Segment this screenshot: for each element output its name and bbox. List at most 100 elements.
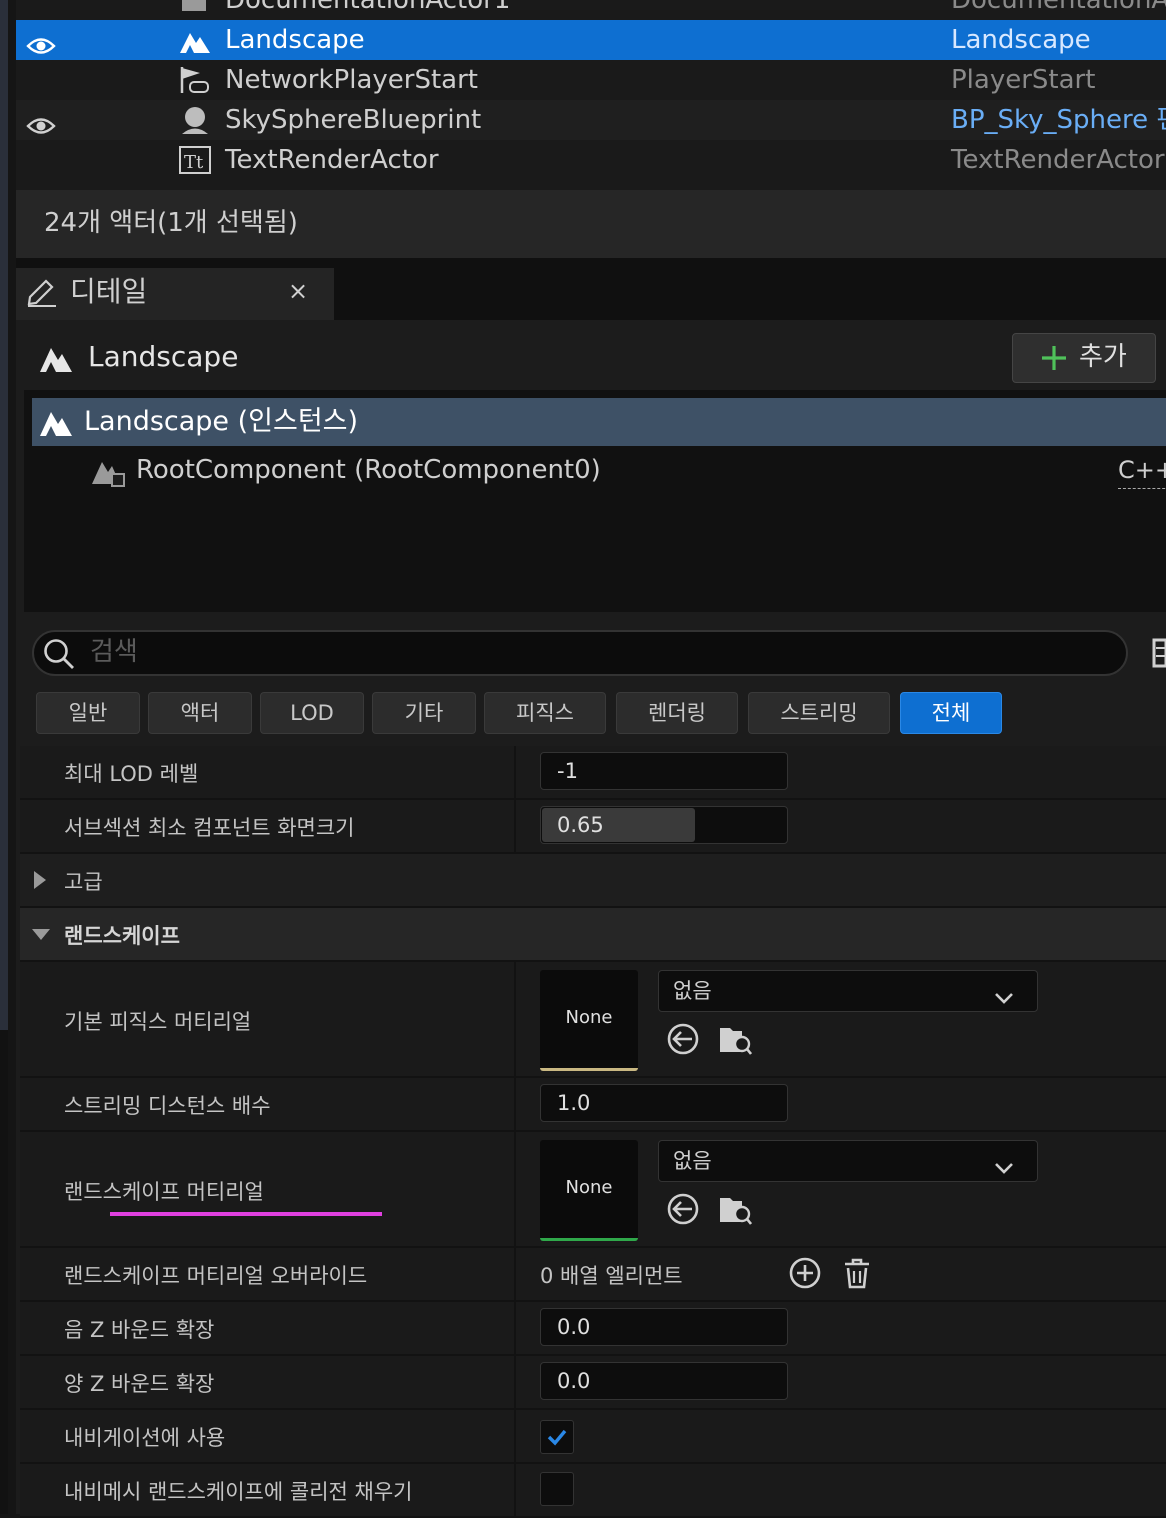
view-options-icon[interactable] [1150, 638, 1166, 668]
subsection-slider[interactable]: 0.65 [540, 806, 788, 844]
outliner-row-name: Landscape [225, 25, 365, 55]
section-title: 랜드스케이프 [64, 924, 180, 948]
landscape-icon [38, 340, 74, 374]
prop-row-material-override: 랜드스케이프 머티리얼 오버라이드 0 배열 엘리먼트 [20, 1248, 1166, 1302]
add-element-icon[interactable] [788, 1256, 822, 1290]
outliner-row-name: SkySphereBlueprint [225, 105, 482, 135]
outliner-row-name: TextRenderActor [225, 145, 439, 175]
outliner-row-name: DocumentationActor1 [225, 0, 511, 15]
chevron-down-icon [993, 1151, 1015, 1174]
prop-label: 내비메시 랜드스케이프에 콜리전 채우기 [64, 1480, 413, 1504]
world-outliner-list[interactable]: DocumentationActor1 DocumentationAc Land… [16, 0, 1166, 190]
prop-row-subsection-screen-size: 서브섹션 최소 컴포넌트 화면크기 0.65 [20, 800, 1166, 854]
prop-label: 음 Z 바운드 확장 [64, 1318, 215, 1342]
details-tab[interactable] [16, 268, 334, 320]
navmesh-collision-checkbox[interactable] [540, 1472, 574, 1506]
outliner-row-type: Landscape [951, 25, 1091, 55]
category-rendering-button[interactable]: 렌더링 [616, 692, 738, 734]
category-lod-button[interactable]: LOD [260, 692, 364, 734]
browse-asset-icon[interactable] [718, 1192, 753, 1226]
outliner-row-landscape[interactable]: Landscape Landscape [16, 20, 1166, 60]
prop-row-negative-z-bounds: 음 Z 바운드 확장 0.0 [20, 1302, 1166, 1356]
prop-row-navigation: 내비게이션에 사용 [20, 1410, 1166, 1464]
expand-arrow-icon [32, 869, 48, 891]
outliner-row-type: PlayerStart [951, 65, 1096, 95]
component-instance-label: Landscape (인스턴스) [84, 406, 359, 437]
prop-label: 최대 LOD 레벨 [64, 762, 199, 786]
search-placeholder: 검색 [90, 637, 138, 667]
root-component-icon [90, 454, 128, 488]
outliner-row-type: TextRenderActor [951, 145, 1165, 175]
prop-label: 기본 피직스 머티리얼 [64, 1010, 252, 1034]
landscape-icon [178, 25, 212, 55]
physics-material-thumbnail[interactable]: None [540, 970, 638, 1071]
negative-z-field[interactable]: 0.0 [540, 1308, 788, 1346]
sky-sphere-icon [178, 105, 212, 135]
combo-value: 없음 [673, 979, 712, 1003]
outliner-row-textrender[interactable]: Tt TextRenderActor TextRenderActor [16, 140, 1166, 180]
add-component-button[interactable]: 추가 [1012, 333, 1156, 383]
outliner-row-documentation[interactable]: DocumentationActor1 DocumentationAc [16, 0, 1166, 20]
array-count: 0 배열 엘리먼트 [540, 1264, 683, 1288]
use-selected-asset-icon[interactable] [666, 1022, 700, 1056]
eye-icon[interactable] [26, 29, 56, 54]
outliner-row-type: DocumentationAc [951, 0, 1166, 15]
prop-row-physics-material: 기본 피직스 머티리얼 None 없음 [20, 962, 1166, 1078]
close-icon[interactable]: × [288, 276, 308, 306]
svg-text:Tt: Tt [184, 152, 204, 173]
left-edge-strip-lower [0, 1030, 8, 1514]
player-start-icon [178, 65, 212, 95]
prop-row-landscape-material: 랜드스케이프 머티리얼 None 없음 [20, 1132, 1166, 1248]
category-general-button[interactable]: 일반 [36, 692, 140, 734]
advanced-label: 고급 [64, 870, 103, 894]
use-selected-asset-icon[interactable] [666, 1192, 700, 1226]
category-all-button[interactable]: 전체 [900, 692, 1002, 734]
highlight-underline [110, 1212, 382, 1216]
details-search-input[interactable] [32, 630, 1128, 676]
combo-value: 없음 [673, 1149, 712, 1173]
physics-material-combo[interactable]: 없음 [658, 970, 1038, 1012]
prop-label: 양 Z 바운드 확장 [64, 1372, 215, 1396]
prop-label: 랜드스케이프 머티리얼 [64, 1180, 264, 1204]
landscape-icon [38, 404, 74, 438]
text-render-icon: Tt [178, 145, 212, 175]
landscape-material-combo[interactable]: 없음 [658, 1140, 1038, 1182]
eye-icon[interactable] [26, 109, 56, 134]
search-icon [42, 637, 76, 671]
category-physics-button[interactable]: 피직스 [484, 692, 606, 734]
check-icon [547, 1429, 567, 1446]
landscape-material-thumbnail[interactable]: None [540, 1140, 638, 1241]
browse-asset-icon[interactable] [718, 1022, 753, 1056]
advanced-group-row[interactable]: 고급 [20, 854, 1166, 908]
positive-z-field[interactable]: 0.0 [540, 1362, 788, 1400]
details-tab-label: 디테일 [70, 275, 148, 308]
category-streaming-button[interactable]: 스트리밍 [748, 692, 890, 734]
cpp-link[interactable]: C++ [1118, 452, 1166, 489]
prop-row-positive-z-bounds: 양 Z 바운드 확장 0.0 [20, 1356, 1166, 1410]
outliner-row-name: NetworkPlayerStart [225, 65, 478, 95]
add-button-label: 추가 [1079, 342, 1127, 372]
chevron-down-icon [993, 981, 1015, 1004]
prop-label: 스트리밍 디스턴스 배수 [64, 1094, 271, 1118]
slider-value: 0.65 [557, 813, 604, 837]
prop-label: 서브섹션 최소 컴포넌트 화면크기 [64, 816, 355, 840]
prop-row-streaming-distance: 스트리밍 디스턴스 배수 1.0 [20, 1078, 1166, 1132]
blueprint-link[interactable]: BP_Sky_Sphere 편 [951, 100, 1166, 140]
root-component-label[interactable]: RootComponent (RootComponent0) [136, 450, 601, 490]
landscape-section-header[interactable]: 랜드스케이프 [20, 908, 1166, 962]
navigation-checkbox[interactable] [540, 1420, 574, 1454]
details-edit-icon [26, 277, 58, 307]
prop-label: 랜드스케이프 머티리얼 오버라이드 [64, 1264, 368, 1288]
category-actor-button[interactable]: 액터 [148, 692, 252, 734]
outliner-row-skysphere[interactable]: SkySphereBlueprint BP_Sky_Sphere 편 [16, 100, 1166, 140]
prop-row-max-lod: 최대 LOD 레벨 -1 [20, 746, 1166, 800]
streaming-distance-field[interactable]: 1.0 [540, 1084, 788, 1122]
trash-icon[interactable] [840, 1256, 874, 1290]
outliner-row-playerstart[interactable]: NetworkPlayerStart PlayerStart [16, 60, 1166, 100]
plus-icon [1039, 342, 1069, 372]
max-lod-field[interactable]: -1 [540, 752, 788, 790]
outliner-status: 24개 액터(1개 선택됨) [16, 190, 1166, 258]
category-misc-button[interactable]: 기타 [372, 692, 476, 734]
actor-name-title: Landscape [88, 340, 239, 373]
actor-icon [178, 0, 212, 15]
